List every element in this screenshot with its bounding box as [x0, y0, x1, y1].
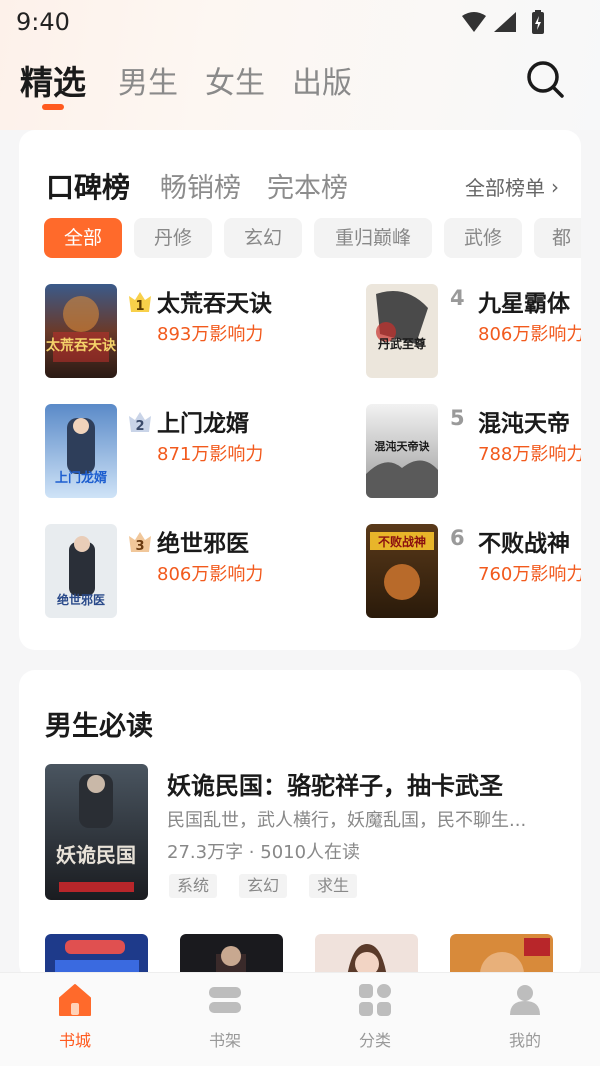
- book-heat: 871万影响力: [157, 444, 264, 465]
- profile-icon: [510, 985, 540, 1015]
- tag: 系统: [169, 874, 218, 898]
- book-cover: 绝世邪医: [45, 524, 117, 618]
- status-bar: 9:40: [0, 0, 600, 46]
- nav-label: 我的: [508, 1031, 541, 1050]
- svg-text:不败战神: 不败战神: [378, 534, 426, 549]
- svg-text:混沌天帝诀: 混沌天帝诀: [375, 439, 431, 453]
- book-title: 不败战神: [478, 531, 570, 557]
- book-heat: 893万影响力: [157, 324, 264, 345]
- bookshelf-icon: [209, 987, 241, 1013]
- status-icons: [462, 10, 544, 34]
- svg-text:妖诡民国: 妖诡民国: [56, 843, 136, 867]
- home-icon: [59, 984, 91, 1016]
- book-title: 上门龙婿: [157, 411, 249, 437]
- book-heat: 760万影响力: [478, 564, 581, 585]
- featured-book-description: 民国乱世，武人横行，妖魔乱国，民不聊生...: [167, 810, 527, 831]
- rank-number: 5: [450, 406, 465, 430]
- book-cover: 混沌天帝诀: [366, 404, 438, 498]
- book-title: 九星霸体: [478, 291, 570, 317]
- chip-xuanhuan[interactable]: 玄幻: [224, 218, 302, 258]
- crown-silver-icon: 2: [129, 412, 151, 434]
- chip-return-peak[interactable]: 重归巅峰: [314, 218, 432, 258]
- book-heat: 806万影响力: [157, 564, 264, 585]
- all-lists-link[interactable]: 全部榜单 ›: [465, 172, 559, 201]
- wifi-icon: [462, 12, 486, 32]
- svg-text:1: 1: [135, 299, 144, 314]
- book-cover: 不败战神: [366, 524, 438, 618]
- tab-publish[interactable]: 出版: [292, 58, 352, 102]
- search-icon[interactable]: [524, 58, 566, 100]
- svg-text:绝世邪医: 绝世邪医: [57, 592, 105, 607]
- category-icon: [359, 984, 391, 1016]
- chip-danxiu[interactable]: 丹修: [134, 218, 212, 258]
- nav-label: 书城: [58, 1031, 91, 1050]
- signal-icon: [494, 12, 516, 32]
- rank-item[interactable]: 上门龙婿 2 上门龙婿 871万影响力: [45, 404, 325, 500]
- nav-category[interactable]: 分类: [300, 973, 450, 1066]
- tab-female[interactable]: 女生: [205, 58, 265, 102]
- rank-number: 4: [450, 286, 465, 310]
- rank-item[interactable]: 不败战神 6 不败战神 760万影响力: [366, 524, 581, 620]
- rank-item[interactable]: 太荒吞天诀 1 太荒吞天诀 893万影响力: [45, 284, 325, 380]
- featured-book-title[interactable]: 妖诡民国：骆驼祥子，抽卡武圣: [167, 766, 503, 801]
- book-title: 太荒吞天诀: [157, 291, 272, 317]
- rank-item[interactable]: 丹武至尊 4 九星霸体 806万影响力: [366, 284, 581, 380]
- status-time: 9:40: [16, 8, 70, 36]
- book-title: 混沌天帝: [478, 411, 570, 437]
- chip-urban[interactable]: 都: [534, 218, 581, 258]
- svg-text:3: 3: [135, 539, 144, 554]
- tab-reputation-rank[interactable]: 口碑榜: [46, 166, 130, 206]
- crown-gold-icon: 1: [129, 292, 151, 314]
- ranking-card: 口碑榜 畅销榜 完本榜 全部榜单 › 全部 丹修 玄幻 重归巅峰 武修 都 太荒…: [19, 130, 581, 650]
- book-cover: 太荒吞天诀: [45, 284, 117, 378]
- all-lists-label: 全部榜单: [465, 176, 545, 200]
- svg-text:丹武至尊: 丹武至尊: [378, 336, 426, 351]
- book-title: 绝世邪医: [157, 531, 249, 557]
- nav-label: 分类: [358, 1031, 391, 1050]
- rank-item[interactable]: 混沌天帝诀 5 混沌天帝 788万影响力: [366, 404, 581, 500]
- male-must-read-card: 男生必读 妖诡民国 妖诡民国：骆驼祥子，抽卡武圣 民国乱世，武人横行，妖魔乱国，…: [19, 670, 581, 980]
- book-heat: 806万影响力: [478, 324, 581, 345]
- svg-text:上门龙婿: 上门龙婿: [55, 470, 108, 486]
- tab-completed-rank[interactable]: 完本榜: [267, 166, 348, 205]
- category-chips: 全部 丹修 玄幻 重归巅峰 武修 都: [44, 218, 581, 260]
- bottom-navigation: 书城 书架 分类 我的: [0, 972, 600, 1066]
- tag: 求生: [309, 874, 358, 898]
- svg-text:太荒吞天诀: 太荒吞天诀: [46, 337, 117, 354]
- svg-text:2: 2: [135, 419, 144, 434]
- nav-label: 书架: [208, 1031, 241, 1050]
- crown-bronze-icon: 3: [129, 532, 151, 554]
- rank-item[interactable]: 绝世邪医 3 绝世邪医 806万影响力: [45, 524, 325, 620]
- nav-bookshelf[interactable]: 书架: [150, 973, 300, 1066]
- book-heat: 788万影响力: [478, 444, 581, 465]
- featured-book-meta: 27.3万字 · 5010人在读: [167, 842, 361, 863]
- tab-male[interactable]: 男生: [118, 58, 178, 102]
- tag: 玄幻: [239, 874, 288, 898]
- book-cover: 丹武至尊: [366, 284, 438, 378]
- nav-bookstore[interactable]: 书城: [0, 973, 150, 1066]
- chevron-right-icon: ›: [551, 174, 559, 199]
- nav-profile[interactable]: 我的: [450, 973, 600, 1066]
- tab-featured[interactable]: 精选: [20, 56, 86, 104]
- chip-all[interactable]: 全部: [44, 218, 122, 258]
- tab-bestseller-rank[interactable]: 畅销榜: [160, 166, 241, 205]
- book-cover: 上门龙婿: [45, 404, 117, 498]
- rank-number: 6: [450, 526, 465, 550]
- section-title: 男生必读: [45, 711, 153, 742]
- featured-book-cover[interactable]: 妖诡民国: [45, 764, 148, 900]
- active-tab-indicator: [42, 104, 64, 110]
- chip-wuxiu[interactable]: 武修: [444, 218, 522, 258]
